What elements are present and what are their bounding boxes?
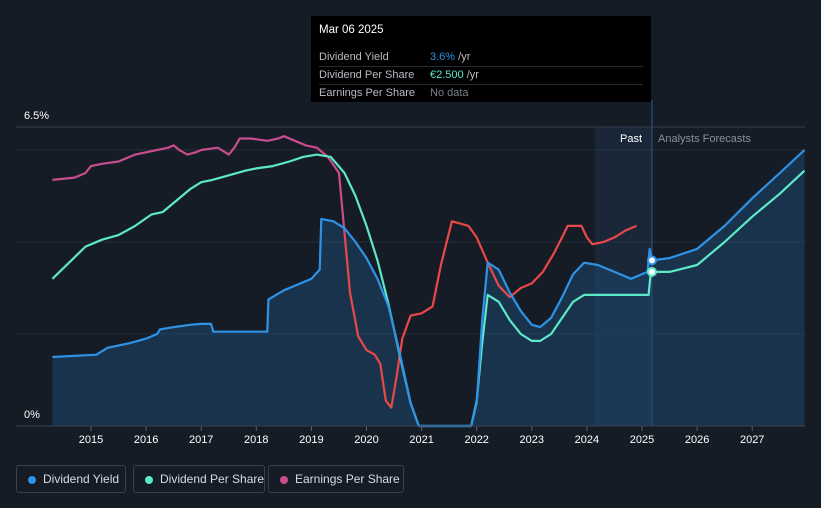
tooltip-value: €2.500 /yr (430, 66, 479, 84)
y-tick-label-top: 6.5% (24, 110, 49, 122)
tooltip-label: Dividend Per Share (319, 69, 415, 81)
legend-item-earnings-per-share[interactable]: Earnings Per Share (268, 465, 404, 493)
tooltip-value-unit: /yr (463, 69, 479, 81)
tooltip-label: Dividend Yield (319, 51, 389, 63)
x-axis-ticks: 2015 2016 2017 2018 2019 2020 2021 2022 2023 2024… (16, 425, 805, 446)
marker-dividend-per-share (646, 266, 657, 277)
legend-item-dividend-per-share[interactable]: Dividend Per Share (133, 465, 265, 493)
tooltip-row-dividend-per-share: Dividend Per Share €2.500 /yr (319, 66, 643, 85)
tooltip-label: Earnings Per Share (319, 87, 415, 99)
x-tick-label: 2021 (409, 434, 433, 446)
legend-item-dividend-yield[interactable]: Dividend Yield (16, 465, 126, 493)
x-tick-label: 2027 (740, 434, 764, 446)
dividend-yield-area (52, 150, 805, 426)
x-tick-label: 2017 (189, 434, 213, 446)
tooltip-date: Mar 06 2025 (319, 24, 384, 36)
region-label-forecast: Analysts Forecasts (658, 133, 751, 145)
tooltip-value-number: No data (430, 87, 469, 99)
tooltip-row-earnings-per-share: Earnings Per Share No data (319, 84, 643, 102)
legend-dot-icon (28, 476, 36, 484)
dividend-yield-fill (52, 150, 805, 426)
tooltip-value-number: 3.6% (430, 51, 456, 63)
x-tick-label: 2025 (630, 434, 654, 446)
legend-label: Dividend Yield (43, 472, 120, 486)
legend-label: Dividend Per Share (160, 472, 265, 486)
x-tick-label: 2015 (79, 434, 103, 446)
tooltip-value: 3.6% /yr (430, 48, 470, 66)
x-tick-label: 2019 (299, 434, 323, 446)
y-tick-label-bottom: 0% (24, 409, 40, 421)
legend-dot-icon (280, 476, 288, 484)
legend-label: Earnings Per Share (295, 472, 400, 486)
x-tick-label: 2016 (134, 434, 158, 446)
tooltip-value-unit: /yr (455, 51, 471, 63)
x-tick-label: 2026 (685, 434, 709, 446)
tooltip-value-number: €2.500 (430, 69, 464, 81)
marker-dividend-yield (646, 255, 657, 266)
tooltip-value: No data (430, 84, 469, 102)
x-tick-label: 2023 (520, 434, 544, 446)
x-tick-label: 2020 (354, 434, 378, 446)
x-tick-label: 2022 (464, 434, 488, 446)
tooltip-row-dividend-yield: Dividend Yield 3.6% /yr (319, 48, 643, 67)
x-tick-label: 2018 (244, 434, 268, 446)
legend-dot-icon (145, 476, 153, 484)
x-tick-label: 2024 (575, 434, 599, 446)
region-label-past: Past (620, 133, 642, 145)
tooltip: Mar 06 2025 Dividend Yield 3.6% /yr Divi… (311, 16, 651, 102)
